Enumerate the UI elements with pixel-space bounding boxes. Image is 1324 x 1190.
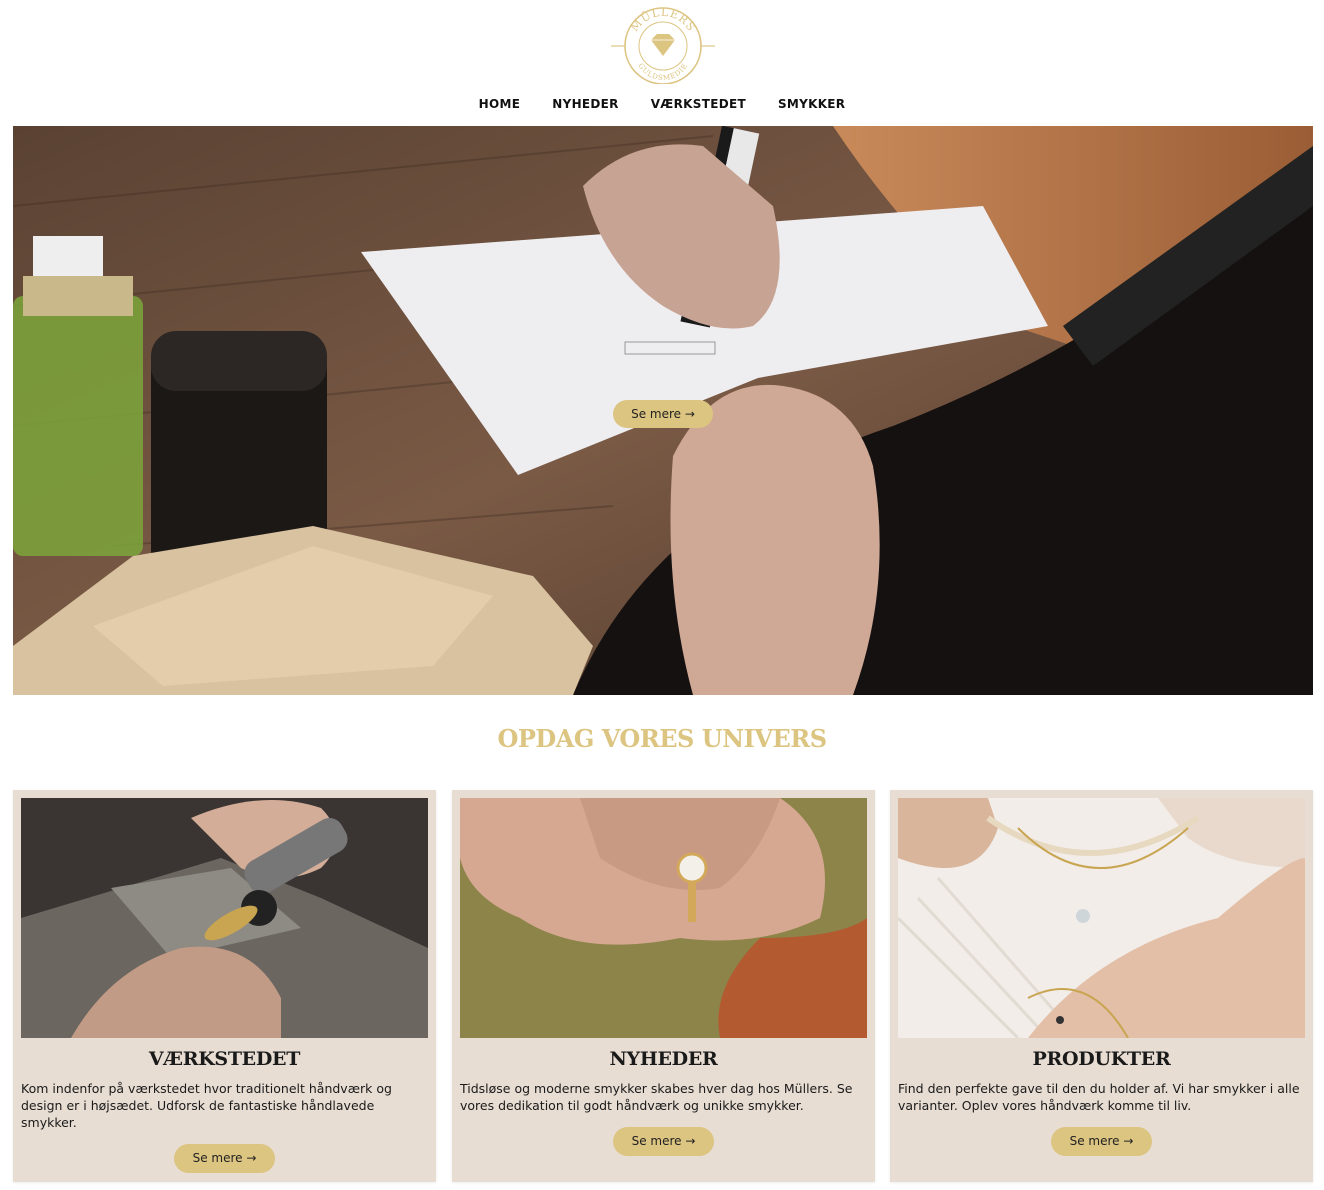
- card-vaerkstedet[interactable]: VÆRKSTEDET Kom indenfor på værkstedet hv…: [13, 790, 436, 1182]
- svg-text:MÜLLERS: MÜLLERS: [628, 6, 698, 34]
- card-text: Find den perfekte gave til den du holder…: [898, 1081, 1300, 1113]
- card-see-more-button[interactable]: Se mere →: [1051, 1127, 1152, 1156]
- hero-banner: Se mere →: [13, 126, 1313, 695]
- nav-home[interactable]: HOME: [479, 96, 521, 112]
- main-nav: HOME NYHEDER VÆRKSTEDET SMYKKER: [0, 96, 1324, 112]
- section-title: OPDAG VORES UNIVERS: [497, 724, 827, 753]
- card-see-more-button[interactable]: Se mere →: [174, 1144, 275, 1173]
- hero-see-more-button[interactable]: Se mere →: [613, 400, 713, 428]
- card-text: Tidsløse og moderne smykker skabes hver …: [460, 1081, 853, 1113]
- nav-vaerkstedet[interactable]: VÆRKSTEDET: [651, 96, 746, 112]
- mullers-logo[interactable]: MÜLLERS GULDSMEDIE: [611, 4, 715, 85]
- diamond-logo-icon: MÜLLERS GULDSMEDIE: [611, 6, 715, 85]
- card-produkter[interactable]: PRODUKTER Find den perfekte gave til den…: [890, 790, 1313, 1182]
- card-title: NYHEDER: [609, 1048, 718, 1070]
- workshop-image: [21, 798, 428, 1038]
- bracelet-image: [898, 798, 1305, 1038]
- ring-image: [460, 798, 867, 1038]
- nav-nyheder[interactable]: NYHEDER: [552, 96, 618, 112]
- card-see-more-button[interactable]: Se mere →: [613, 1127, 714, 1156]
- card-title: PRODUKTER: [1032, 1048, 1171, 1070]
- card-title: VÆRKSTEDET: [148, 1048, 301, 1070]
- card-nyheder[interactable]: NYHEDER Tidsløse og moderne smykker skab…: [452, 790, 875, 1182]
- card-text: Kom indenfor på værkstedet hvor traditio…: [21, 1081, 392, 1130]
- nav-smykker[interactable]: SMYKKER: [778, 96, 845, 112]
